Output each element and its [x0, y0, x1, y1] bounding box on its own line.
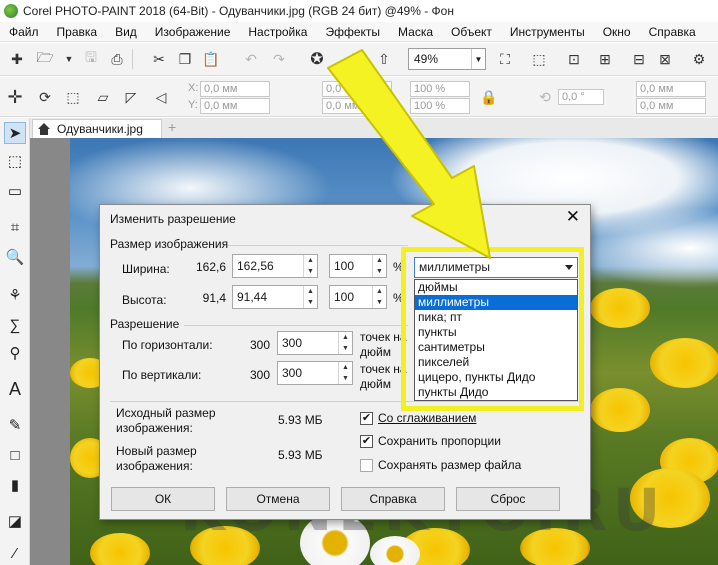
annotation-arrow-icon [327, 49, 491, 259]
